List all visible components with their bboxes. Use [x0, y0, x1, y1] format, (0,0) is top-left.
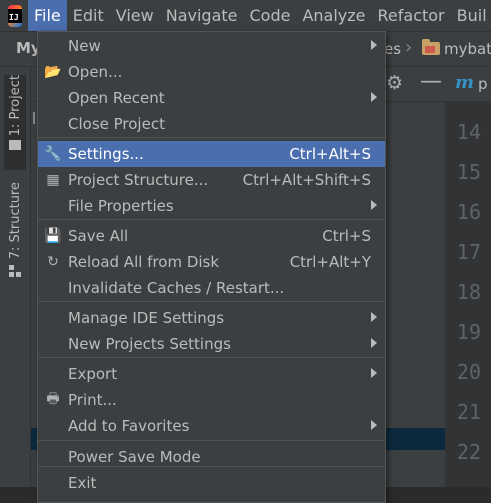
- printer-icon: 🖶: [46, 391, 60, 407]
- menu-build[interactable]: Buil: [451, 0, 491, 31]
- line-number: 16: [456, 200, 481, 224]
- project-tab-label: 1: Project: [7, 75, 23, 137]
- hide-icon[interactable]: —: [420, 69, 442, 94]
- menu-item-label: Project Structure...: [68, 171, 209, 189]
- line-number: 22: [456, 440, 481, 464]
- menu-item-save-all[interactable]: 💾 Save All Ctrl+S: [38, 223, 385, 249]
- menu-item-new-projects-settings[interactable]: New Projects Settings: [38, 331, 385, 357]
- menu-item-manage-ide-settings[interactable]: Manage IDE Settings: [38, 305, 385, 331]
- menu-separator: [38, 219, 385, 220]
- menu-item-label: Settings...: [68, 145, 144, 163]
- file-menu-dropdown: New 📂 Open... Open Recent Close Project 🔧 Sett…: [37, 31, 386, 503]
- menu-item-label: Open Recent: [68, 89, 165, 107]
- breadcrumb-file[interactable]: mybat: [444, 40, 491, 58]
- left-tool-strip: 1: Project 7: Structure: [0, 67, 31, 487]
- structure-tool-tab[interactable]: 7: Structure: [4, 182, 26, 282]
- wrench-icon: 🔧: [44, 146, 62, 162]
- menu-item-label: Power Save Mode: [68, 448, 201, 466]
- menu-item-add-to-favorites[interactable]: Add to Favorites: [38, 413, 385, 439]
- line-number: 18: [456, 280, 481, 304]
- menu-item-shortcut: Ctrl+Alt+S: [289, 145, 371, 163]
- line-number: 19: [456, 320, 481, 344]
- menu-bar: IJ File Edit View Navigate Code Analyze …: [0, 0, 491, 32]
- submenu-arrow-icon: [371, 338, 377, 348]
- tree-expand-icon[interactable]: [33, 112, 35, 124]
- editor-gutter: 14 15 16 17 18 19 20 21 22: [445, 102, 491, 487]
- menu-item-label: Manage IDE Settings: [68, 309, 225, 327]
- gear-icon[interactable]: ⚙: [386, 72, 403, 94]
- menu-item-open[interactable]: 📂 Open...: [38, 59, 385, 85]
- submenu-arrow-icon: [371, 40, 377, 50]
- submenu-arrow-icon: [371, 200, 377, 210]
- folder-open-icon: 📂: [44, 64, 62, 80]
- menu-item-power-save-mode[interactable]: Power Save Mode: [38, 444, 385, 470]
- menu-item-label: New: [68, 37, 101, 55]
- editor-tab-partial[interactable]: p: [478, 75, 488, 93]
- menu-item-print[interactable]: 🖶 Print...: [38, 387, 385, 413]
- submenu-arrow-icon: [371, 312, 377, 322]
- menu-view[interactable]: View: [110, 0, 160, 31]
- menu-separator: [38, 440, 385, 441]
- line-number: 15: [456, 160, 481, 184]
- xml-folder-icon: [422, 39, 440, 55]
- menu-item-label: Close Project: [68, 115, 165, 133]
- menu-code[interactable]: Code: [244, 0, 297, 31]
- line-number: 17: [456, 240, 481, 264]
- line-number: 14: [456, 120, 481, 144]
- menu-navigate[interactable]: Navigate: [160, 0, 244, 31]
- menu-item-invalidate-caches-restart[interactable]: Invalidate Caches / Restart...: [38, 275, 385, 301]
- submenu-arrow-icon: [371, 368, 377, 378]
- submenu-arrow-icon: [371, 420, 377, 430]
- menu-item-shortcut: Ctrl+Alt+Shift+S: [242, 171, 371, 189]
- menu-file[interactable]: File: [28, 0, 67, 31]
- menu-item-settings[interactable]: 🔧 Settings... Ctrl+Alt+S: [38, 141, 385, 167]
- menu-edit[interactable]: Edit: [67, 0, 110, 31]
- project-structure-icon: ▦: [46, 172, 60, 188]
- submenu-arrow-icon: [371, 92, 377, 102]
- menu-analyze[interactable]: Analyze: [296, 0, 371, 31]
- menu-item-open-recent[interactable]: Open Recent: [38, 85, 385, 111]
- menu-separator: [38, 137, 385, 138]
- menu-separator: [38, 301, 385, 302]
- menu-item-file-properties[interactable]: File Properties: [38, 193, 385, 219]
- line-number: 20: [456, 360, 481, 384]
- menu-separator: [38, 357, 385, 358]
- breadcrumb-separator-icon: ›: [405, 37, 413, 58]
- menu-item-export[interactable]: Export: [38, 361, 385, 387]
- intellij-logo-icon: IJ: [8, 4, 22, 27]
- menu-item-label: Print...: [68, 391, 117, 409]
- menu-item-shortcut: Ctrl+Alt+Y: [289, 253, 371, 271]
- mybatis-file-icon: m: [455, 72, 475, 93]
- reload-icon: ↻: [47, 254, 59, 270]
- menu-item-project-structure[interactable]: ▦ Project Structure... Ctrl+Alt+Shift+S: [38, 167, 385, 193]
- menu-item-label: Export: [68, 365, 118, 383]
- menu-item-close-project[interactable]: Close Project: [38, 111, 385, 137]
- menu-item-label: Save All: [68, 227, 129, 245]
- menu-item-reload-all-from-disk[interactable]: ↻ Reload All from Disk Ctrl+Alt+Y: [38, 249, 385, 275]
- menu-item-label: Reload All from Disk: [68, 253, 220, 271]
- project-tool-tab[interactable]: 1: Project: [4, 75, 26, 170]
- menu-item-label: Invalidate Caches / Restart...: [68, 279, 285, 297]
- save-icon: 💾: [44, 228, 62, 244]
- menu-item-label: Add to Favorites: [68, 417, 190, 435]
- menu-item-label: Exit: [68, 474, 97, 492]
- menu-item-shortcut: Ctrl+S: [322, 227, 371, 245]
- menu-item-exit[interactable]: Exit: [38, 470, 385, 496]
- menu-item-label: Open...: [68, 63, 123, 81]
- menu-item-label: New Projects Settings: [68, 335, 231, 353]
- project-folder-icon: [9, 140, 21, 151]
- menu-item-new[interactable]: New: [38, 33, 385, 59]
- structure-icon: [9, 265, 21, 278]
- breadcrumb-partial[interactable]: es: [384, 40, 401, 58]
- menu-item-label: File Properties: [68, 197, 174, 215]
- line-number: 21: [456, 400, 481, 424]
- structure-tab-label: 7: Structure: [7, 182, 23, 260]
- menu-refactor[interactable]: Refactor: [372, 0, 451, 31]
